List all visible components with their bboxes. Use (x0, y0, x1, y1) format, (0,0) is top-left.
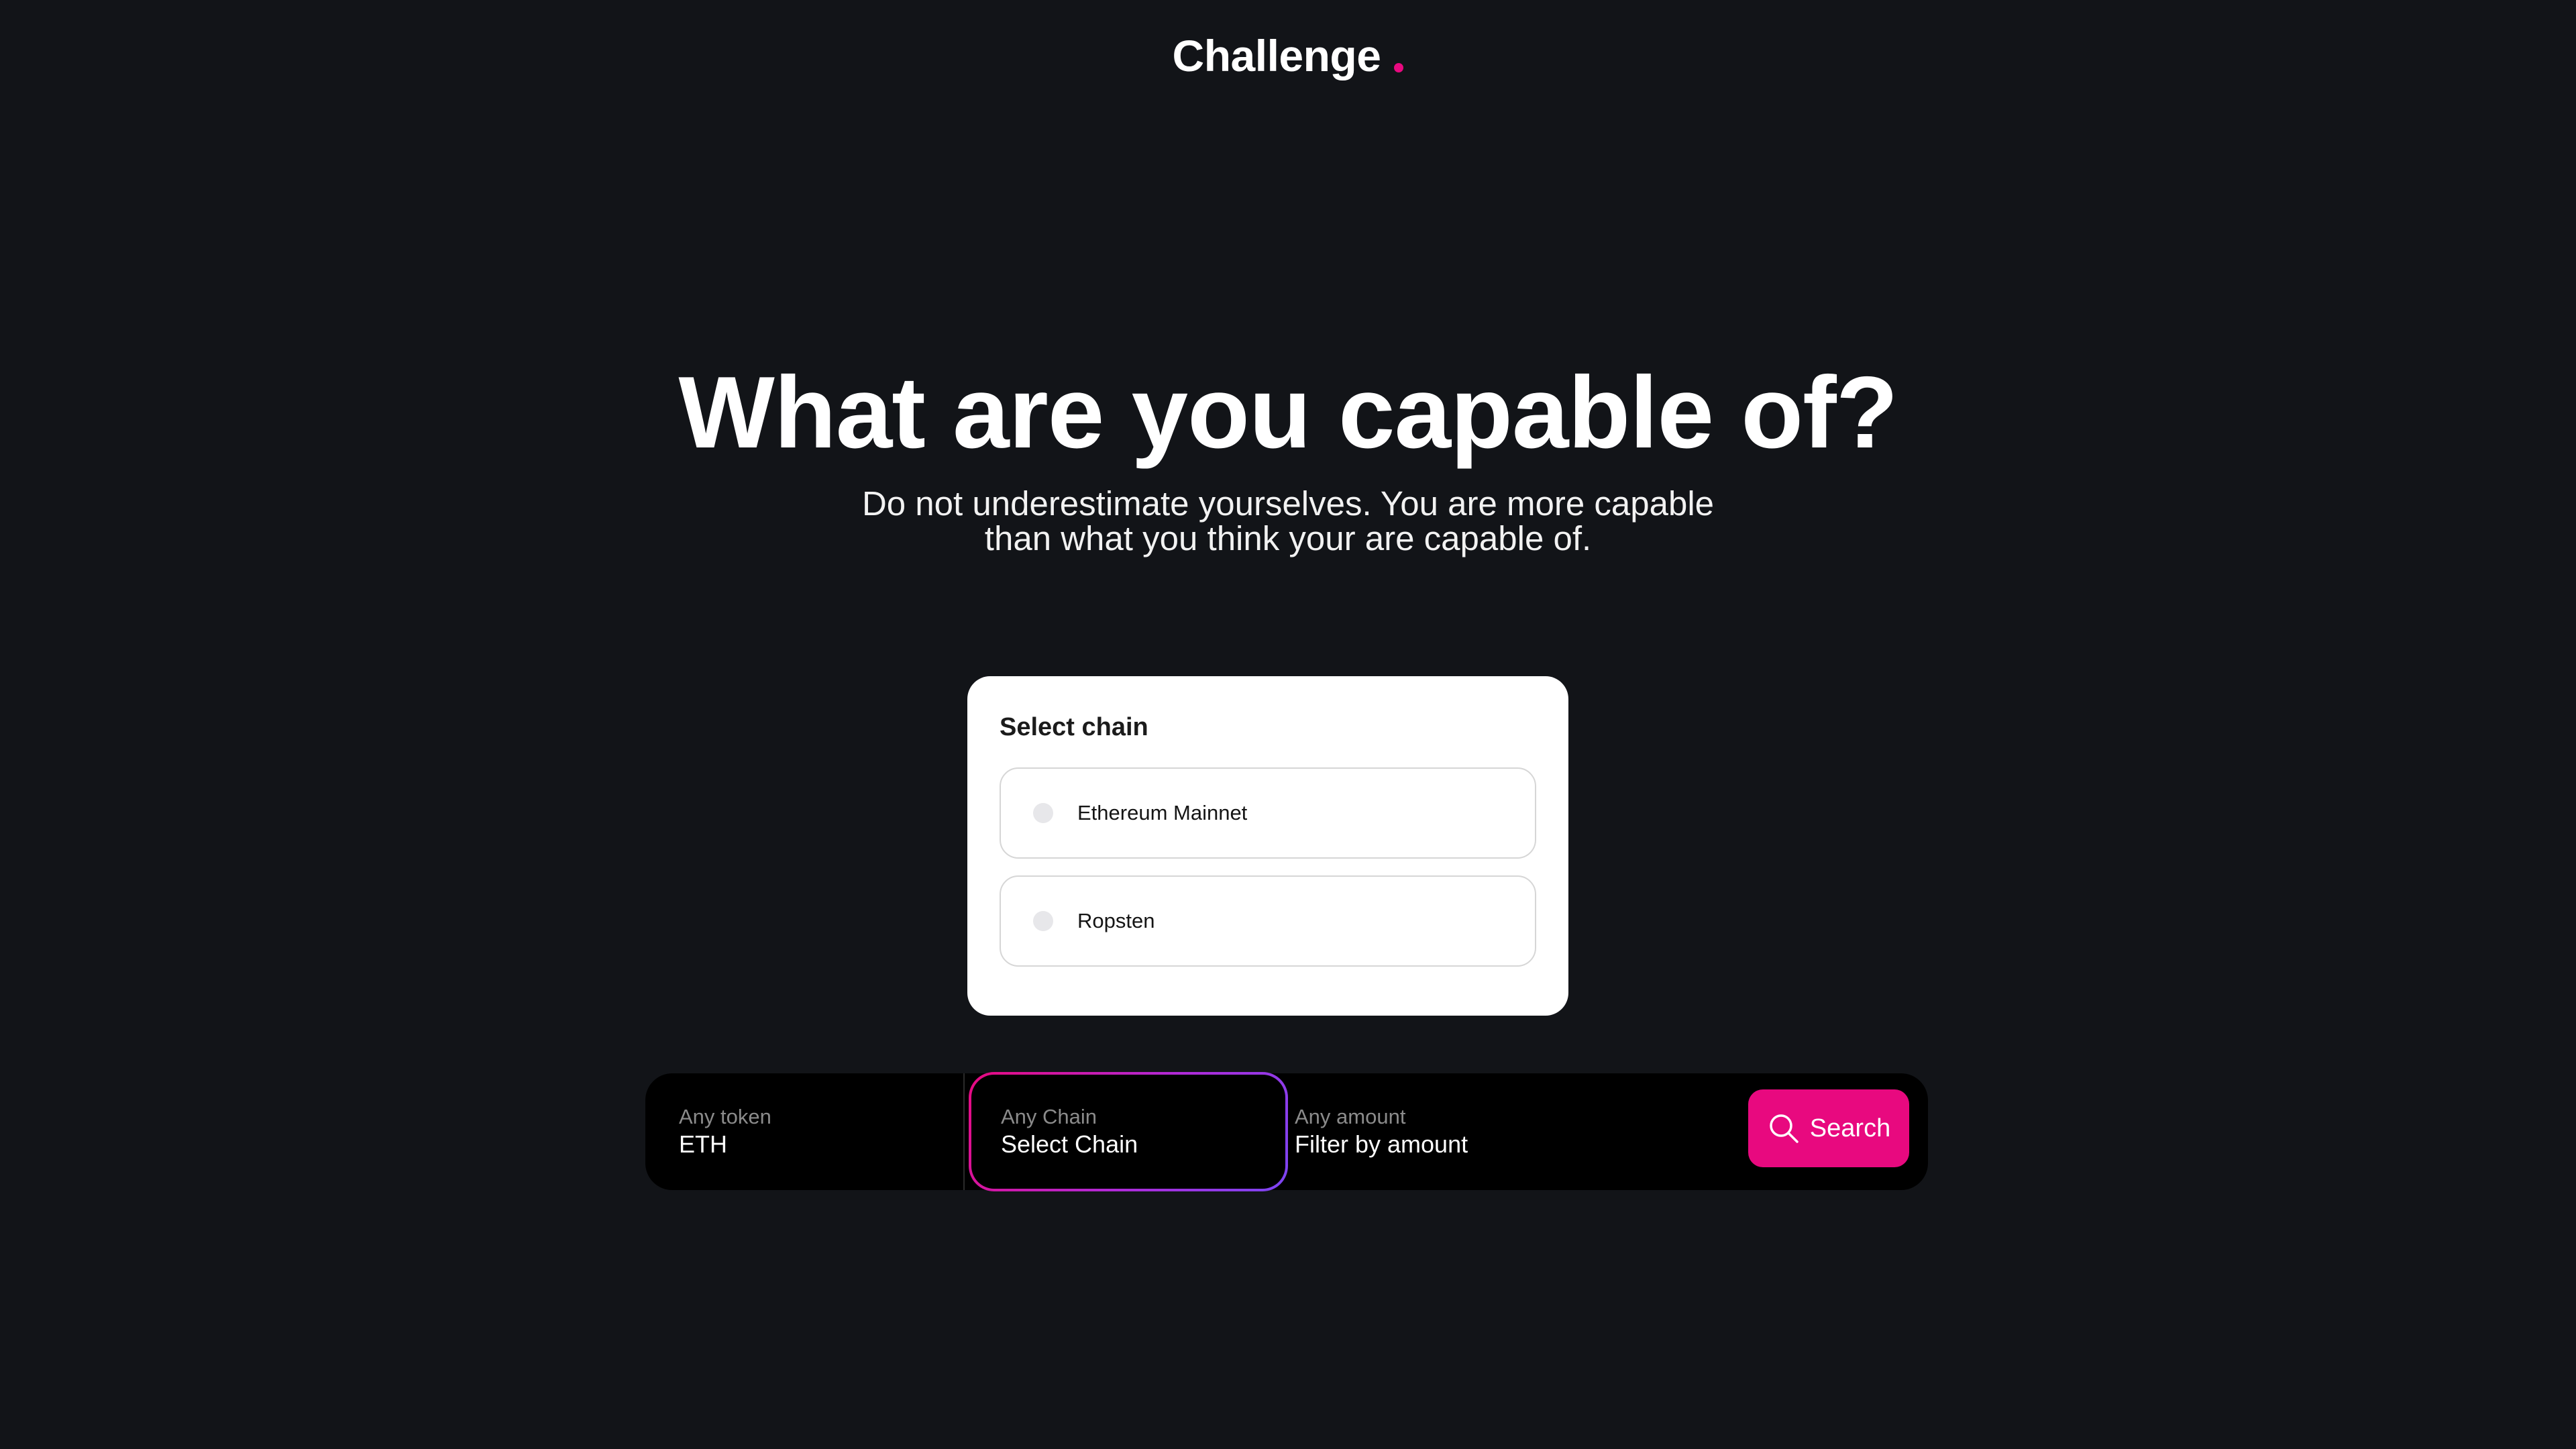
brand-dot (1394, 63, 1404, 72)
radio-button[interactable] (1033, 911, 1053, 931)
chain-select-dropdown: Select chain Ethereum Mainnet Ropsten (967, 676, 1568, 1016)
token-field-value: ETH (679, 1130, 727, 1158)
hero-subtitle: Do not underestimate yourselves. You are… (0, 486, 2576, 556)
chain-option-label: Ropsten (1077, 909, 1155, 932)
hero-title: What are you capable of? (678, 356, 1898, 470)
amount-field-label: Any amount (1295, 1105, 1406, 1128)
amount-field[interactable]: Any amount Filter by amount (1291, 1073, 1720, 1190)
token-field-label: Any token (679, 1105, 771, 1128)
chain-select-title: Select chain (1000, 713, 1148, 741)
chain-option-label: Ethereum Mainnet (1077, 801, 1248, 824)
brand-logo[interactable]: Challenge (0, 25, 2576, 86)
chain-option-ethereum-mainnet[interactable]: Ethereum Mainnet (1000, 767, 1536, 859)
chain-field-value: Select Chain (1001, 1130, 1138, 1158)
amount-field-placeholder: Filter by amount (1295, 1130, 1468, 1158)
chain-option-ropsten[interactable]: Ropsten (1000, 875, 1536, 967)
hero-subtitle-line-1: Do not underestimate yourselves. You are… (861, 484, 1715, 523)
brand-name: Challenge (1172, 31, 1381, 80)
chain-field-label: Any Chain (1001, 1105, 1097, 1128)
search-button-label: Search (1809, 1114, 1891, 1142)
search-button[interactable]: Search (1748, 1089, 1909, 1167)
search-icon (1770, 1114, 1799, 1143)
chain-field[interactable]: Any Chain Select Chain (969, 1072, 1288, 1191)
token-field[interactable]: Any token ETH (645, 1073, 965, 1190)
hero-subtitle-line-2: than what you think your are capable of. (984, 519, 1592, 557)
search-bar: Any token ETH Any Chain Select Chain Any… (645, 1073, 1928, 1190)
radio-button[interactable] (1033, 803, 1053, 823)
